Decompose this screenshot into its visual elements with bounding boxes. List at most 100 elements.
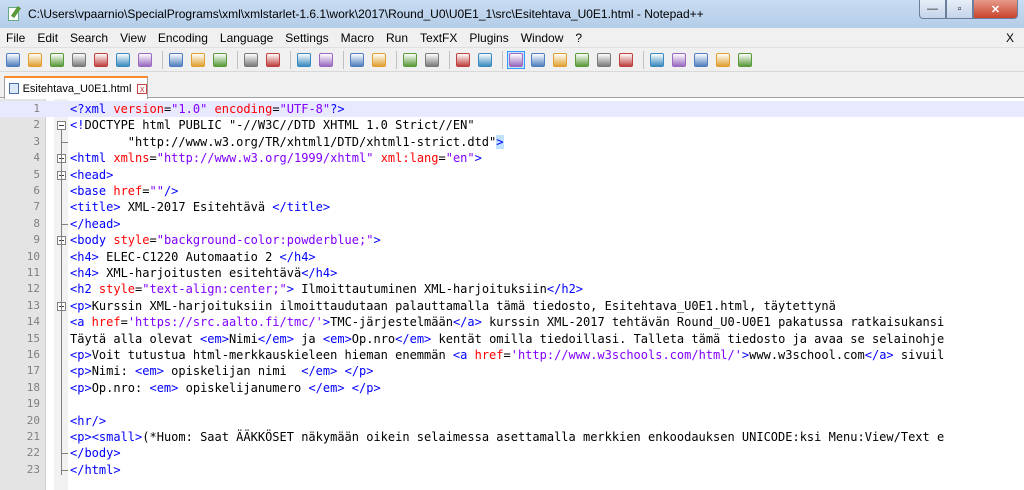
menu-help[interactable]: ? xyxy=(569,28,588,48)
close-button[interactable] xyxy=(92,51,110,69)
line-number: 19 xyxy=(26,397,40,411)
minimize-button[interactable]: — xyxy=(919,0,946,19)
code-token: ELEC-C1220 Automaatio 2 xyxy=(98,249,280,264)
show-all-chars-button[interactable] xyxy=(476,51,494,69)
menu-run[interactable]: Run xyxy=(380,28,414,48)
menu-search[interactable]: Search xyxy=(64,28,114,48)
save-button[interactable] xyxy=(48,51,66,69)
code-token: href xyxy=(106,184,143,198)
menu-window[interactable]: Window xyxy=(515,28,570,48)
line-number: 13 xyxy=(26,298,40,312)
menu-textfx[interactable]: TextFX xyxy=(414,28,463,48)
record-macro-button[interactable] xyxy=(648,51,666,69)
code-line[interactable]: 14 <a href='https://src.aalto.fi/tmc/'>TM… xyxy=(0,314,1024,330)
code-line[interactable]: 5 <head> xyxy=(0,167,1024,183)
code-token: /> xyxy=(163,184,179,198)
code-line[interactable]: 1 <?xml version="1.0" encoding="UTF-8"?> xyxy=(0,101,1024,118)
code-line[interactable]: 23 </html> xyxy=(0,462,1024,478)
menu-view[interactable]: View xyxy=(114,28,152,48)
tab-close-icon[interactable]: x xyxy=(137,83,147,94)
monitor-button[interactable] xyxy=(617,51,635,69)
code-line[interactable]: 12 <h2 style="text-align:center;"> Ilmoit… xyxy=(0,281,1024,297)
code-line[interactable]: 18 <p>Op.nro: <em> opiskelijanumero </em>… xyxy=(0,380,1024,396)
close-window-button[interactable]: ✕ xyxy=(973,0,1018,19)
code-token: > xyxy=(373,233,381,248)
copy-button[interactable] xyxy=(189,51,207,69)
code-line[interactable]: 21 <p><small>(*Huom: Saat ÄÄKKÖSET näkymä… xyxy=(0,429,1024,445)
menu-settings[interactable]: Settings xyxy=(279,28,334,48)
run-macro-multiple-button[interactable] xyxy=(714,51,732,69)
code-line[interactable]: 13 <p>Kurssin XML-harjoituksiin ilmoittau… xyxy=(0,298,1024,314)
doc-map-button[interactable] xyxy=(551,51,569,69)
code-line[interactable]: 16 <p>Voit tutustua html-merkkauskieleen … xyxy=(0,347,1024,363)
code-line[interactable]: 20 <hr/> xyxy=(0,413,1024,429)
line-code: <p>Nimi: <em> opiskelijan nimi </em> </p… xyxy=(70,363,374,379)
maximize-button[interactable]: ▫ xyxy=(946,0,973,19)
code-editor[interactable]: 1 <?xml version="1.0" encoding="UTF-8"?> 2… xyxy=(0,99,1024,490)
menu-file[interactable]: File xyxy=(0,28,31,48)
toolbar-separator xyxy=(449,50,450,69)
code-token: <p> xyxy=(70,380,92,395)
code-line[interactable]: 19 xyxy=(0,396,1024,412)
code-line[interactable]: 4 <html xmlns="http://www.w3.org/1999/xht… xyxy=(0,150,1024,166)
replace-button[interactable] xyxy=(317,51,335,69)
code-line[interactable]: 22 </body> xyxy=(0,445,1024,461)
close-all-button[interactable] xyxy=(114,51,132,69)
menu-edit[interactable]: Edit xyxy=(31,28,64,48)
cut-button[interactable] xyxy=(167,51,185,69)
save-all-button[interactable] xyxy=(70,51,88,69)
menu-plugins[interactable]: Plugins xyxy=(463,28,514,48)
code-line[interactable]: 7 <title> XML-2017 Esitehtävä </title> xyxy=(0,199,1024,215)
code-line[interactable]: 6 <base href=""/> xyxy=(0,183,1024,199)
zoom-out-button[interactable] xyxy=(370,51,388,69)
code-line[interactable]: 8 </head> xyxy=(0,216,1024,232)
zoom-in-button[interactable] xyxy=(348,51,366,69)
code-line[interactable]: 9 <body style="background-color:powderblu… xyxy=(0,232,1024,248)
print-button[interactable] xyxy=(136,51,154,69)
line-code: <h4> XML-harjoitusten esitehtävä</h4> xyxy=(70,265,337,281)
indent-guide-button[interactable] xyxy=(507,50,525,69)
user-define-button[interactable] xyxy=(529,51,547,69)
code-token: = xyxy=(438,151,446,166)
code-line[interactable]: 11 <h4> XML-harjoitusten esitehtävä</h4> xyxy=(0,265,1024,281)
function-list-button[interactable] xyxy=(573,51,591,69)
code-token: = xyxy=(149,233,157,248)
folder-workspace-button[interactable] xyxy=(595,51,613,69)
play-macro-button[interactable] xyxy=(692,51,710,69)
code-line[interactable]: 17 <p>Nimi: <em> opiskelijan nimi </em> <… xyxy=(0,363,1024,379)
menu-macro[interactable]: Macro xyxy=(335,28,380,48)
code-line[interactable]: 10 <h4> ELEC-C1220 Automaatio 2 </h4> xyxy=(0,249,1024,265)
find-button[interactable] xyxy=(295,51,313,69)
line-number: 3 xyxy=(33,134,40,148)
menu-encoding[interactable]: Encoding xyxy=(152,28,214,48)
new-file-button[interactable] xyxy=(4,51,22,69)
toolbar-separator xyxy=(396,50,397,69)
word-wrap-button[interactable] xyxy=(454,51,472,69)
line-number: 7 xyxy=(33,200,40,214)
open-file-button[interactable] xyxy=(26,51,44,69)
code-line[interactable]: 15 Täytä alla olevat <em>Nimi</em> ja <em… xyxy=(0,331,1024,347)
fold-toggle-icon[interactable] xyxy=(57,121,66,131)
close-document-button[interactable]: X xyxy=(1006,28,1014,48)
sync-vertical-button[interactable] xyxy=(401,51,419,69)
notepadpp-app-icon[interactable] xyxy=(6,5,22,22)
paste-button[interactable] xyxy=(211,51,229,69)
code-line[interactable]: 3 "http://www.w3.org/TR/xhtml1/DTD/xhtml… xyxy=(0,134,1024,150)
sync-horizontal-button[interactable] xyxy=(423,51,441,69)
line-number: 9 xyxy=(33,233,40,247)
line-number: 15 xyxy=(26,331,40,345)
menu-language[interactable]: Language xyxy=(214,28,279,48)
stop-macro-button[interactable] xyxy=(670,51,688,69)
line-number: 10 xyxy=(26,249,40,263)
code-line[interactable]: 2 <!DOCTYPE html PUBLIC "-//W3C//DTD XHTM… xyxy=(0,117,1024,133)
close-icon xyxy=(94,52,108,67)
code-token: style xyxy=(91,282,136,297)
save-macro-button[interactable] xyxy=(736,51,754,69)
line-code: </head> xyxy=(70,216,121,232)
code-token: <p> xyxy=(70,364,92,379)
document-tab[interactable]: Esitehtava_U0E1.html x xyxy=(4,76,148,99)
undo-button[interactable] xyxy=(242,51,260,69)
line-code: <p>Kurssin XML-harjoituksiin ilmoittaudu… xyxy=(70,298,836,314)
code-token: xml xyxy=(84,102,107,116)
redo-button[interactable] xyxy=(264,51,282,69)
